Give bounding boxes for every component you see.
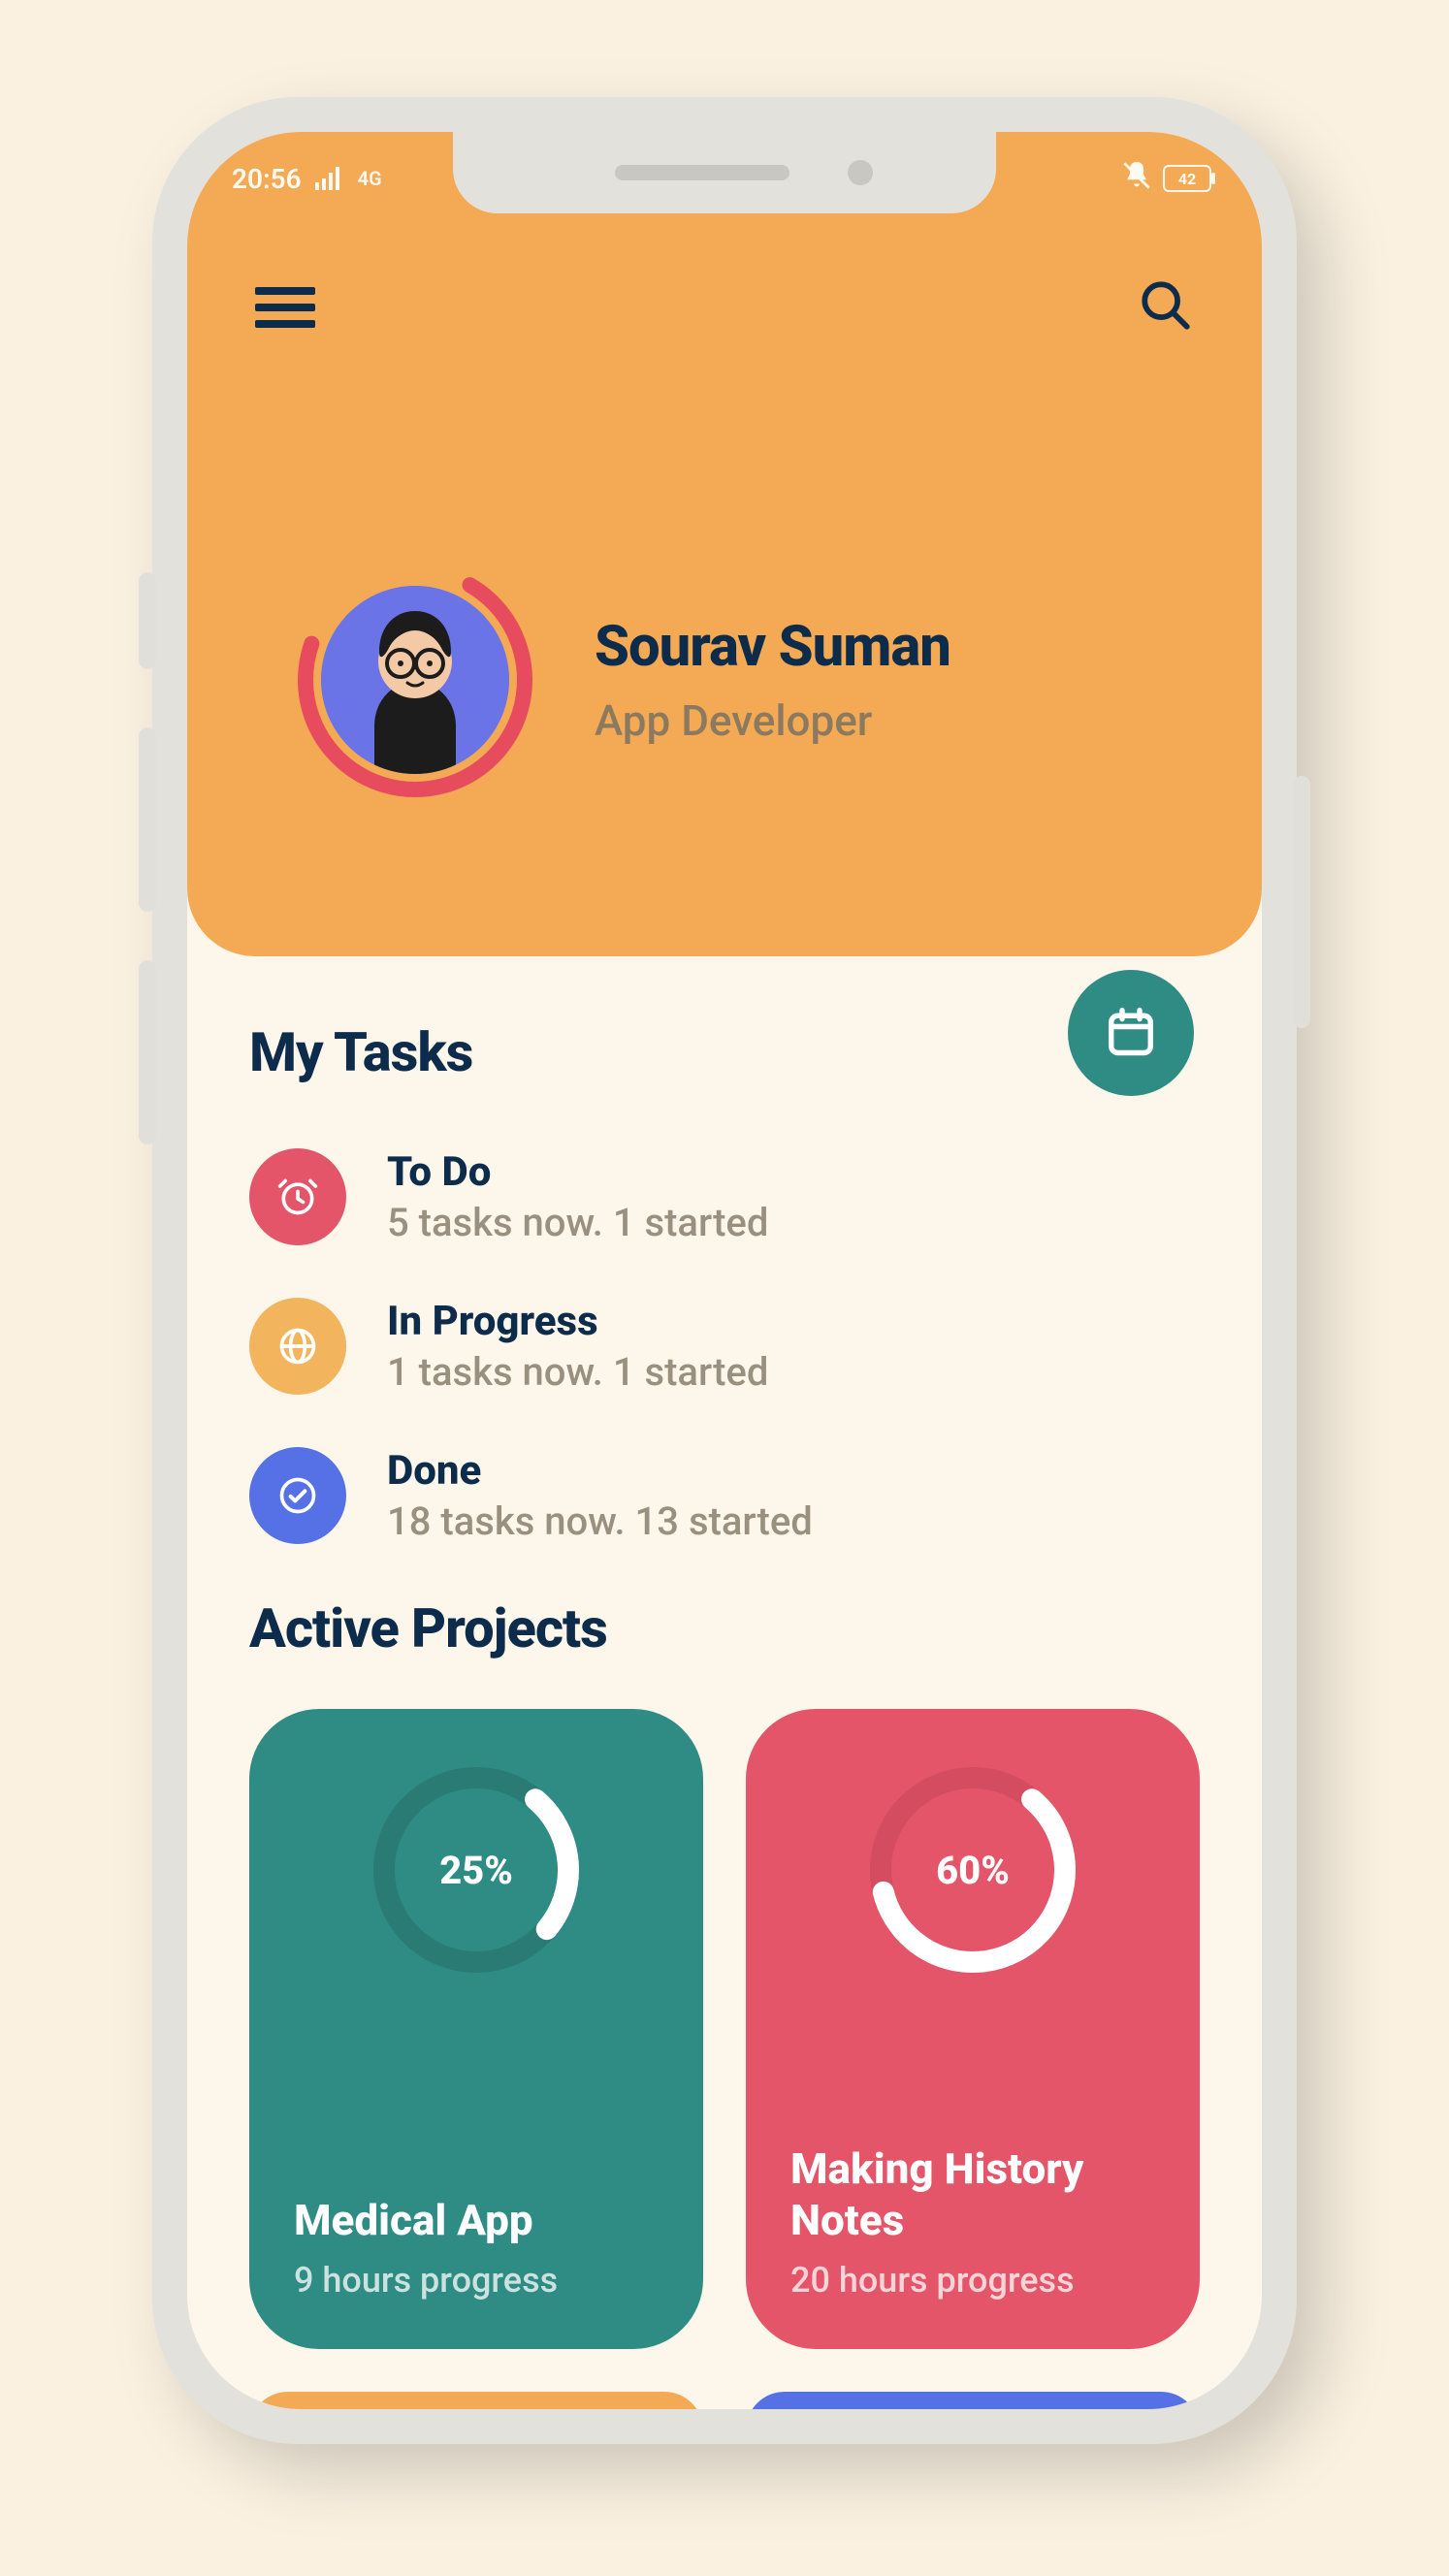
status-left: 20:56 4G (232, 163, 382, 195)
task-title: In Progress (387, 1298, 768, 1345)
project-subtitle: 20 hours progress (790, 2260, 1155, 2301)
status-right: 42 (1120, 159, 1217, 199)
profile: Sourav Suman App Developer (294, 559, 1194, 801)
project-title: Medical App (294, 2195, 659, 2246)
search-icon[interactable] (1138, 277, 1194, 338)
progress-ring: 60% (866, 1763, 1079, 1977)
project-card-peek[interactable] (746, 2392, 1200, 2409)
avatar[interactable] (294, 559, 536, 801)
task-item[interactable]: In Progress1 tasks now. 1 started (249, 1298, 1200, 1395)
project-card[interactable]: 25% Medical App 9 hours progress (249, 1709, 703, 2349)
notch (453, 132, 996, 213)
task-subtitle: 5 tasks now. 1 started (387, 1200, 768, 1245)
task-item[interactable]: Done18 tasks now. 13 started (249, 1447, 1200, 1544)
network-icon (315, 167, 344, 190)
calendar-button[interactable] (1068, 970, 1194, 1096)
progress-label: 60% (866, 1763, 1079, 1977)
task-subtitle: 18 tasks now. 13 started (387, 1498, 813, 1544)
project-card[interactable]: 60% Making History Notes 20 hours progress (746, 1709, 1200, 2349)
globe-icon (249, 1298, 346, 1395)
profile-role: App Developer (595, 695, 950, 746)
status-net: 4G (358, 167, 382, 190)
progress-label: 25% (370, 1763, 583, 1977)
projects-heading: Active Projects (249, 1596, 1200, 1660)
progress-ring: 25% (370, 1763, 583, 1977)
task-title: To Do (387, 1148, 768, 1196)
profile-name: Sourav Suman (595, 614, 950, 680)
status-time: 20:56 (232, 163, 302, 195)
task-title: Done (387, 1447, 813, 1495)
mute-icon (1120, 159, 1153, 199)
task-item[interactable]: To Do5 tasks now. 1 started (249, 1148, 1200, 1245)
calendar-icon (1105, 1005, 1157, 1061)
menu-icon[interactable] (255, 278, 315, 337)
screen: 20:56 4G 42 (187, 132, 1262, 2409)
alarm-icon (249, 1148, 346, 1245)
battery-icon: 42 (1163, 165, 1217, 192)
project-subtitle: 9 hours progress (294, 2260, 659, 2301)
tasks-heading: My Tasks (249, 1020, 472, 1084)
header: 20:56 4G 42 (187, 132, 1262, 956)
task-subtitle: 1 tasks now. 1 started (387, 1349, 768, 1395)
project-card-peek[interactable] (249, 2392, 703, 2409)
check-icon (249, 1447, 346, 1544)
svg-text:42: 42 (1178, 170, 1196, 188)
project-title: Making History Notes (790, 2143, 1155, 2246)
phone-frame: 20:56 4G 42 (152, 97, 1297, 2444)
